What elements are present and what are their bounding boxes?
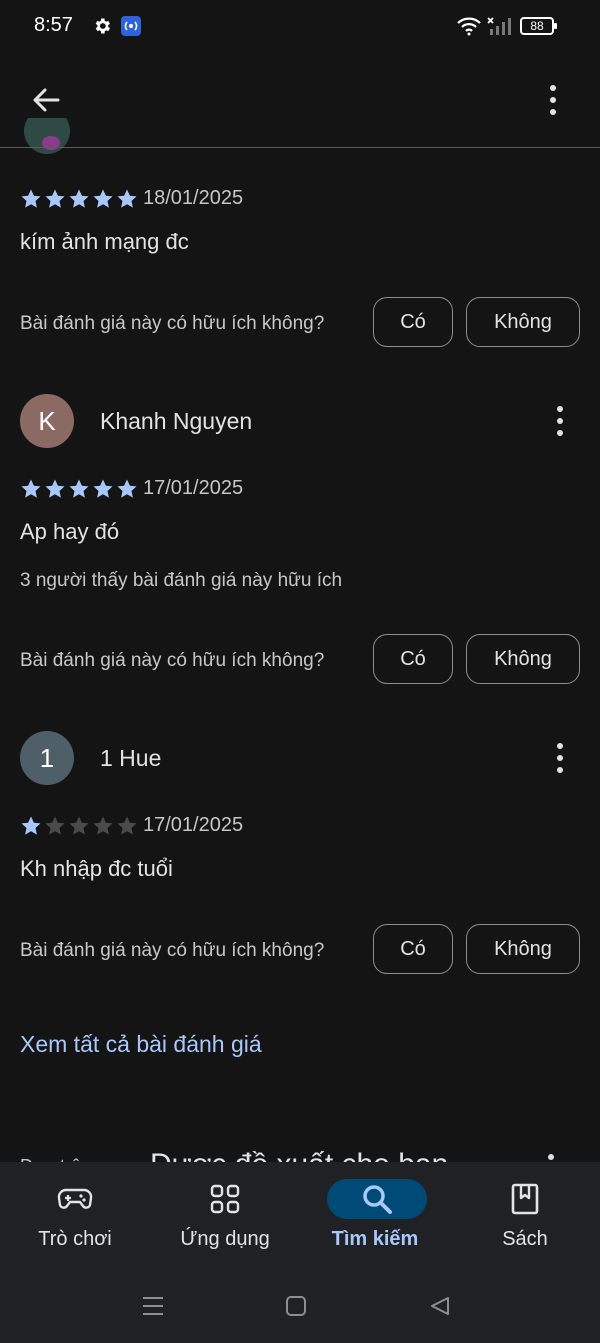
review-text: Ap hay đó — [20, 519, 120, 544]
nav-label: Sách — [502, 1228, 548, 1250]
star-filled-icon — [117, 479, 137, 498]
more-options-icon[interactable] — [538, 82, 568, 118]
settings-gear-icon — [95, 18, 110, 34]
review-text: kím ảnh mạng đc — [20, 229, 189, 254]
star-filled-icon — [117, 189, 137, 208]
review-date: 17/01/2025 — [143, 814, 244, 836]
nav-label: Ứng dụng — [180, 1228, 270, 1250]
rating-stars — [20, 815, 138, 837]
back-arrow-icon[interactable] — [28, 82, 64, 118]
see-all-reviews-link[interactable]: Xem tất cả bài đánh giá — [20, 1031, 262, 1058]
home-icon[interactable] — [285, 1295, 307, 1317]
star-filled-icon — [45, 189, 65, 208]
nav-item-games[interactable]: Trò chơi — [0, 1162, 150, 1272]
star-filled-icon — [69, 479, 89, 498]
review-more-icon[interactable] — [550, 740, 570, 776]
review-more-icon[interactable] — [550, 403, 570, 439]
status-time: 8:57 — [34, 14, 73, 36]
reviewer-name: Khanh Nguyen — [100, 408, 253, 434]
helpful-question: Bài đánh giá này có hữu ích không? — [20, 313, 325, 334]
recent-apps-icon[interactable] — [140, 1294, 166, 1318]
star-filled-icon — [93, 189, 113, 208]
nav-item-search[interactable]: Tìm kiếm — [300, 1162, 450, 1272]
book-icon — [475, 1179, 575, 1219]
star-filled-icon — [45, 479, 65, 498]
helpful-yes-button[interactable]: Có — [373, 297, 453, 347]
star-filled-icon — [21, 189, 41, 208]
helpful-question: Bài đánh giá này có hữu ích không? — [20, 940, 325, 961]
search-icon — [327, 1179, 427, 1219]
helpful-yes-button[interactable]: Có — [373, 924, 453, 974]
radio-broadcast-icon — [121, 16, 141, 36]
star-empty-icon — [117, 816, 137, 835]
review-text: Kh nhập đc tuổi — [20, 856, 173, 881]
gamepad-icon — [25, 1179, 125, 1219]
helpful-count: 3 người thấy bài đánh giá này hữu ích — [20, 570, 343, 591]
helpful-question: Bài đánh giá này có hữu ích không? — [20, 650, 325, 671]
section-more-icon[interactable] — [548, 1154, 554, 1160]
rating-stars — [20, 478, 138, 500]
review-date: 17/01/2025 — [143, 477, 244, 499]
star-empty-icon — [45, 816, 65, 835]
star-empty-icon — [69, 816, 89, 835]
avatar: 1 — [20, 731, 74, 785]
rating-stars — [20, 188, 138, 210]
star-filled-icon — [93, 479, 113, 498]
nav-item-apps[interactable]: Ứng dụng — [150, 1162, 300, 1272]
back-triangle-icon[interactable] — [428, 1295, 452, 1317]
star-filled-icon — [21, 816, 41, 835]
helpful-no-button[interactable]: Không — [466, 634, 580, 684]
battery-indicator: 88 — [520, 17, 557, 35]
avatar: K — [20, 394, 74, 448]
reviewer-name: 1 Hue — [100, 745, 162, 771]
nav-label: Trò chơi — [38, 1228, 112, 1250]
star-empty-icon — [93, 816, 113, 835]
helpful-no-button[interactable]: Không — [466, 297, 580, 347]
helpful-yes-button[interactable]: Có — [373, 634, 453, 684]
star-filled-icon — [69, 189, 89, 208]
nav-label: Tìm kiếm — [331, 1228, 419, 1250]
wifi-icon — [457, 17, 481, 36]
app-bar-divider — [0, 147, 600, 148]
helpful-no-button[interactable]: Không — [466, 924, 580, 974]
star-filled-icon — [21, 479, 41, 498]
reviewer-avatar-partial — [24, 118, 70, 158]
system-navigation-bar — [0, 1272, 600, 1343]
apps-grid-icon — [175, 1179, 275, 1219]
review-date: 18/01/2025 — [143, 187, 244, 209]
signal-icon — [487, 17, 511, 35]
bottom-navigation: Trò chơi Ứng dụng Tìm kiếm Sách — [0, 1162, 600, 1272]
nav-item-books[interactable]: Sách — [450, 1162, 600, 1272]
